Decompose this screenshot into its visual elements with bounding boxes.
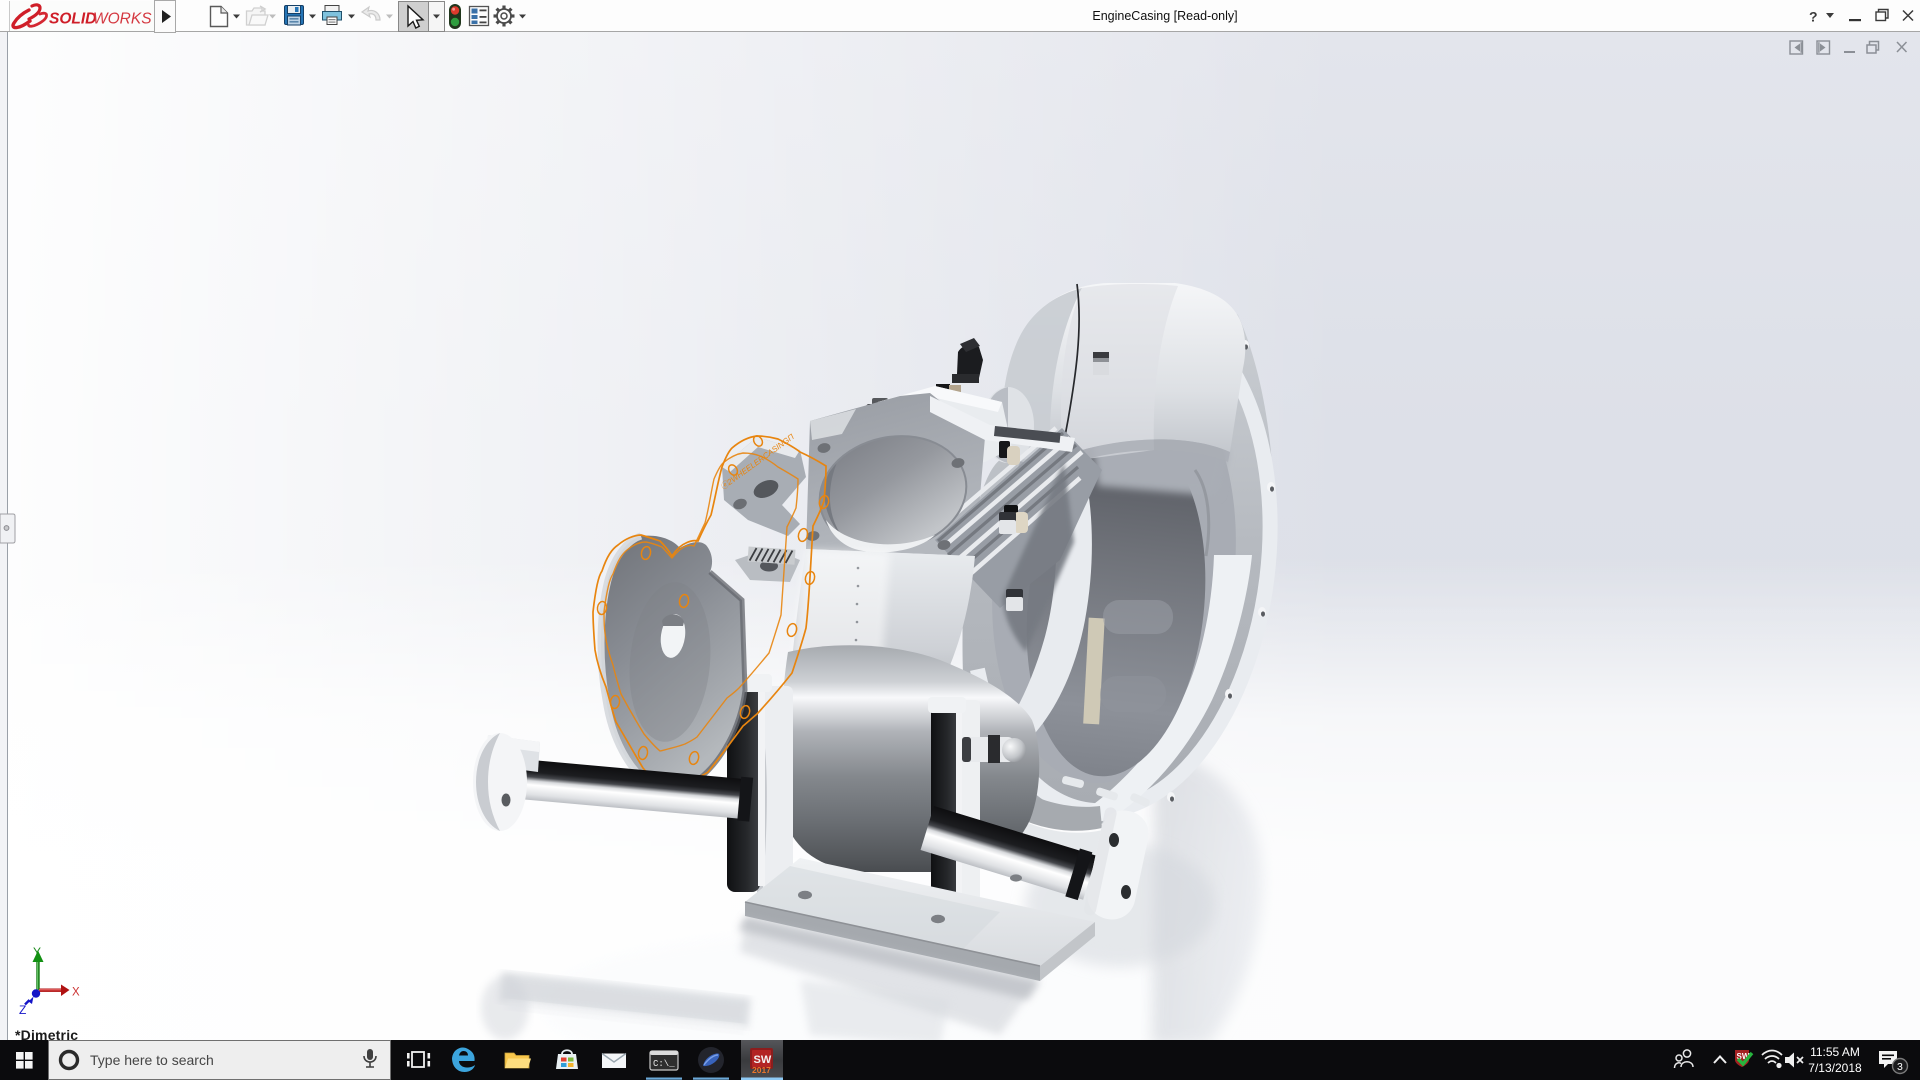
svg-text:SOLID: SOLID xyxy=(49,11,96,28)
svg-text:WORKS: WORKS xyxy=(93,11,152,28)
svg-text:2017: 2017 xyxy=(752,1065,771,1075)
svg-text:?: ? xyxy=(1809,9,1818,25)
svg-text:C:\_: C:\_ xyxy=(653,1059,675,1069)
svg-text:3: 3 xyxy=(1897,1061,1903,1073)
